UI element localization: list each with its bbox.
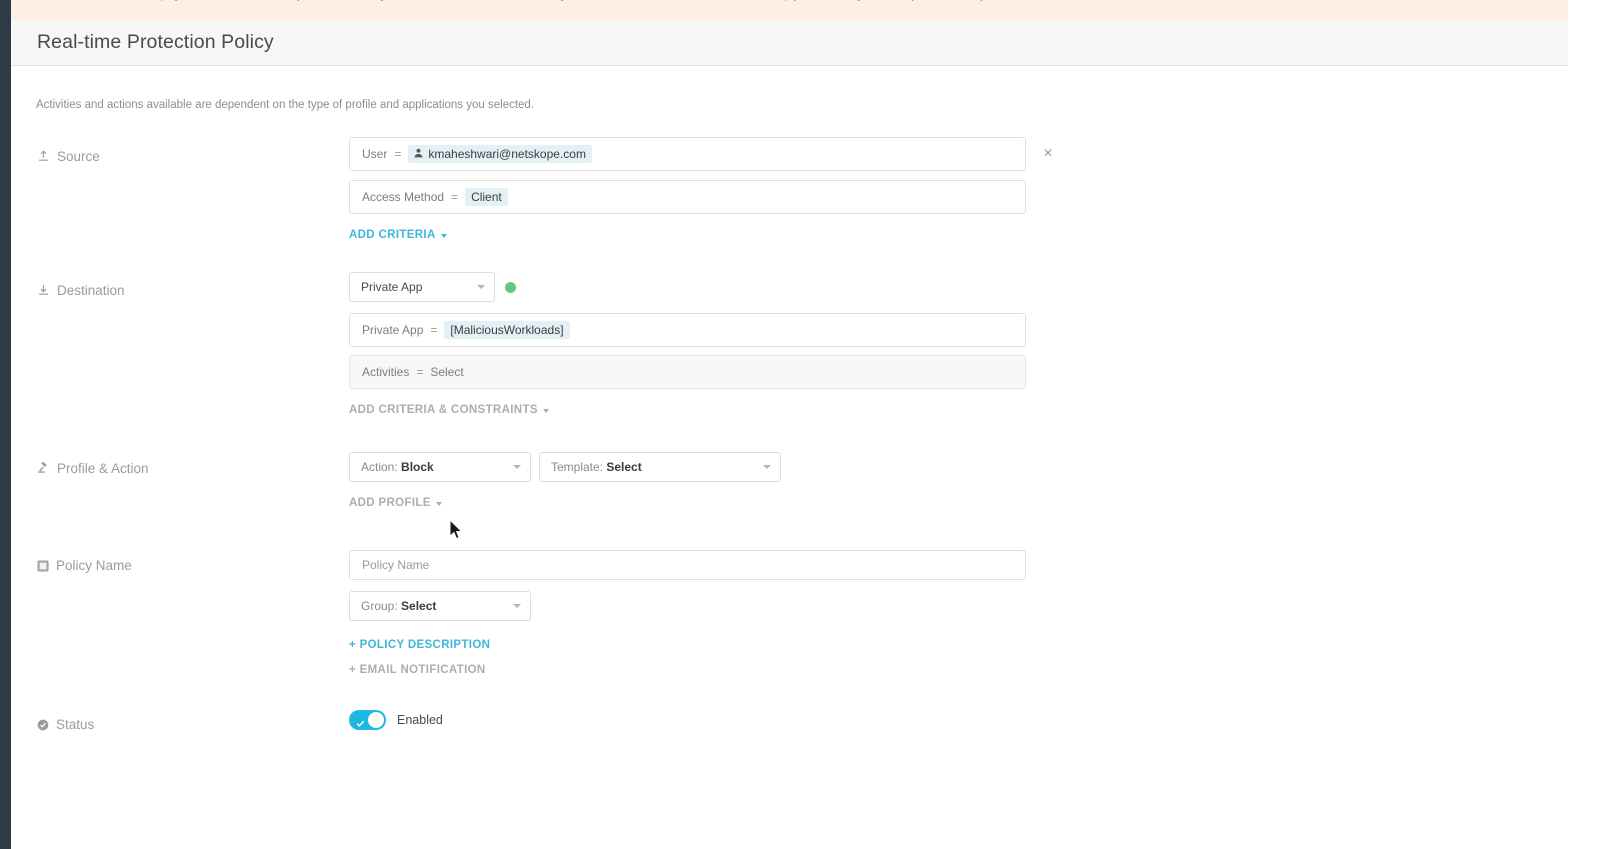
profile-action-selects-row: Action: Block Template: Select [349,452,781,482]
private-app-chip[interactable]: [MaliciousWorkloads] [444,321,570,339]
criteria-key: User [362,147,388,161]
add-criteria-constraints-label: ADD CRITERIA & CONSTRAINTS [349,404,538,416]
user-chip[interactable]: kmaheshwari@netskope.com [408,145,592,163]
source-upload-icon [37,150,50,163]
source-section-label: Source [37,149,100,164]
profile-action-fields: Action: Block Template: Select ADD PROFI… [349,452,781,511]
policy-editor-page: Your access to this page is limited. Mak… [0,0,1600,849]
destination-type-select[interactable]: Private App [349,272,495,302]
destination-fields: Private App Private App = [MaliciousWork… [349,272,1026,418]
chevron-down-icon [435,502,442,506]
status-toggle-label: Enabled [397,713,443,727]
status-fields: Enabled [349,710,443,730]
criteria-operator: = [394,147,402,161]
group-select[interactable]: Group: Select [349,591,531,621]
action-select-value: Block [401,460,434,474]
profile-action-section-label: Profile & Action [37,461,149,476]
status-toggle-wrap: Enabled [349,710,443,730]
destination-activities-field[interactable]: Activities = Select [349,355,1026,389]
page-header: Real-time Protection Policy [11,20,1568,66]
check-icon [356,715,365,733]
email-notification-link[interactable]: + EMAIL NOTIFICATION [349,664,486,676]
chevron-down-icon [440,234,447,238]
policy-form-body: Activities and actions available are dep… [11,67,1568,849]
add-criteria-source-label: ADD CRITERIA [349,229,436,241]
criteria-key: Private App [362,323,424,337]
remove-source-criteria-button[interactable]: × [1031,137,1065,171]
destination-label-text: Destination [57,283,125,298]
user-chip-label: kmaheshwari@netskope.com [428,147,586,161]
form-helper-text: Activities and actions available are dep… [36,99,535,111]
add-criteria-constraints-button[interactable]: ADD CRITERIA & CONSTRAINTS [349,404,549,416]
template-select[interactable]: Template: Select [539,452,781,482]
destination-status-dot [505,281,516,293]
private-app-chip-label: [MaliciousWorkloads] [450,323,564,337]
activities-value: Select [430,365,464,379]
destination-type-value: Private App [361,280,423,294]
chevron-down-icon [513,604,521,608]
criteria-operator: = [451,190,459,204]
warning-banner-text: Your access to this page is limited. Mak… [61,0,1117,1]
template-select-prefix: Template: [551,460,604,474]
status-label-text: Status [56,717,95,732]
group-select-value: Select [401,599,437,613]
action-select-prefix: Action: [361,460,398,474]
add-criteria-source-button[interactable]: ADD CRITERIA [349,229,447,241]
page-title: Real-time Protection Policy [37,31,274,53]
criteria-key: Access Method [362,190,445,204]
source-fields: User = kmaheshwari@netskope.com × Access… [349,137,1065,243]
access-warning-banner: Your access to this page is limited. Mak… [11,0,1568,20]
status-section-label: Status [37,717,94,732]
document-icon [37,559,49,572]
status-toggle[interactable] [349,710,386,730]
right-gutter [1568,0,1600,849]
template-select-value: Select [606,460,642,474]
policy-name-section-label: Policy Name [37,558,132,573]
policy-name-input[interactable] [349,550,1026,580]
chevron-down-icon [477,285,485,289]
chevron-down-icon [513,465,521,469]
action-select[interactable]: Action: Block [349,452,531,482]
source-criteria-row-user: User = kmaheshwari@netskope.com × [349,137,1065,171]
chevron-down-icon [763,465,771,469]
source-label-text: Source [57,149,100,164]
check-circle-icon [37,719,49,731]
toggle-knob [368,712,384,728]
gavel-icon [37,462,50,475]
access-method-chip[interactable]: Client [465,188,508,206]
policy-name-label-text: Policy Name [56,558,132,573]
user-icon [414,147,423,161]
activities-operator: = [416,365,424,379]
activities-key: Activities [362,365,410,379]
source-user-criteria[interactable]: User = kmaheshwari@netskope.com [349,137,1026,171]
criteria-operator: = [430,323,438,337]
chevron-down-icon [542,409,549,413]
source-access-method-criteria[interactable]: Access Method = Client [349,180,1026,214]
destination-type-row: Private App [349,272,1026,302]
destination-download-icon [37,284,50,297]
destination-section-label: Destination [37,283,125,298]
group-select-prefix: Group: [361,599,398,613]
access-method-chip-label: Client [471,190,502,204]
policy-description-link[interactable]: + POLICY DESCRIPTION [349,639,490,651]
destination-private-app-criteria[interactable]: Private App = [MaliciousWorkloads] [349,313,1026,347]
profile-action-label-text: Profile & Action [57,461,149,476]
add-profile-label: ADD PROFILE [349,497,431,509]
left-nav-rail [0,0,11,849]
add-profile-button[interactable]: ADD PROFILE [349,497,442,509]
policy-name-fields: Group: Select + POLICY DESCRIPTION + EMA… [349,550,1026,678]
